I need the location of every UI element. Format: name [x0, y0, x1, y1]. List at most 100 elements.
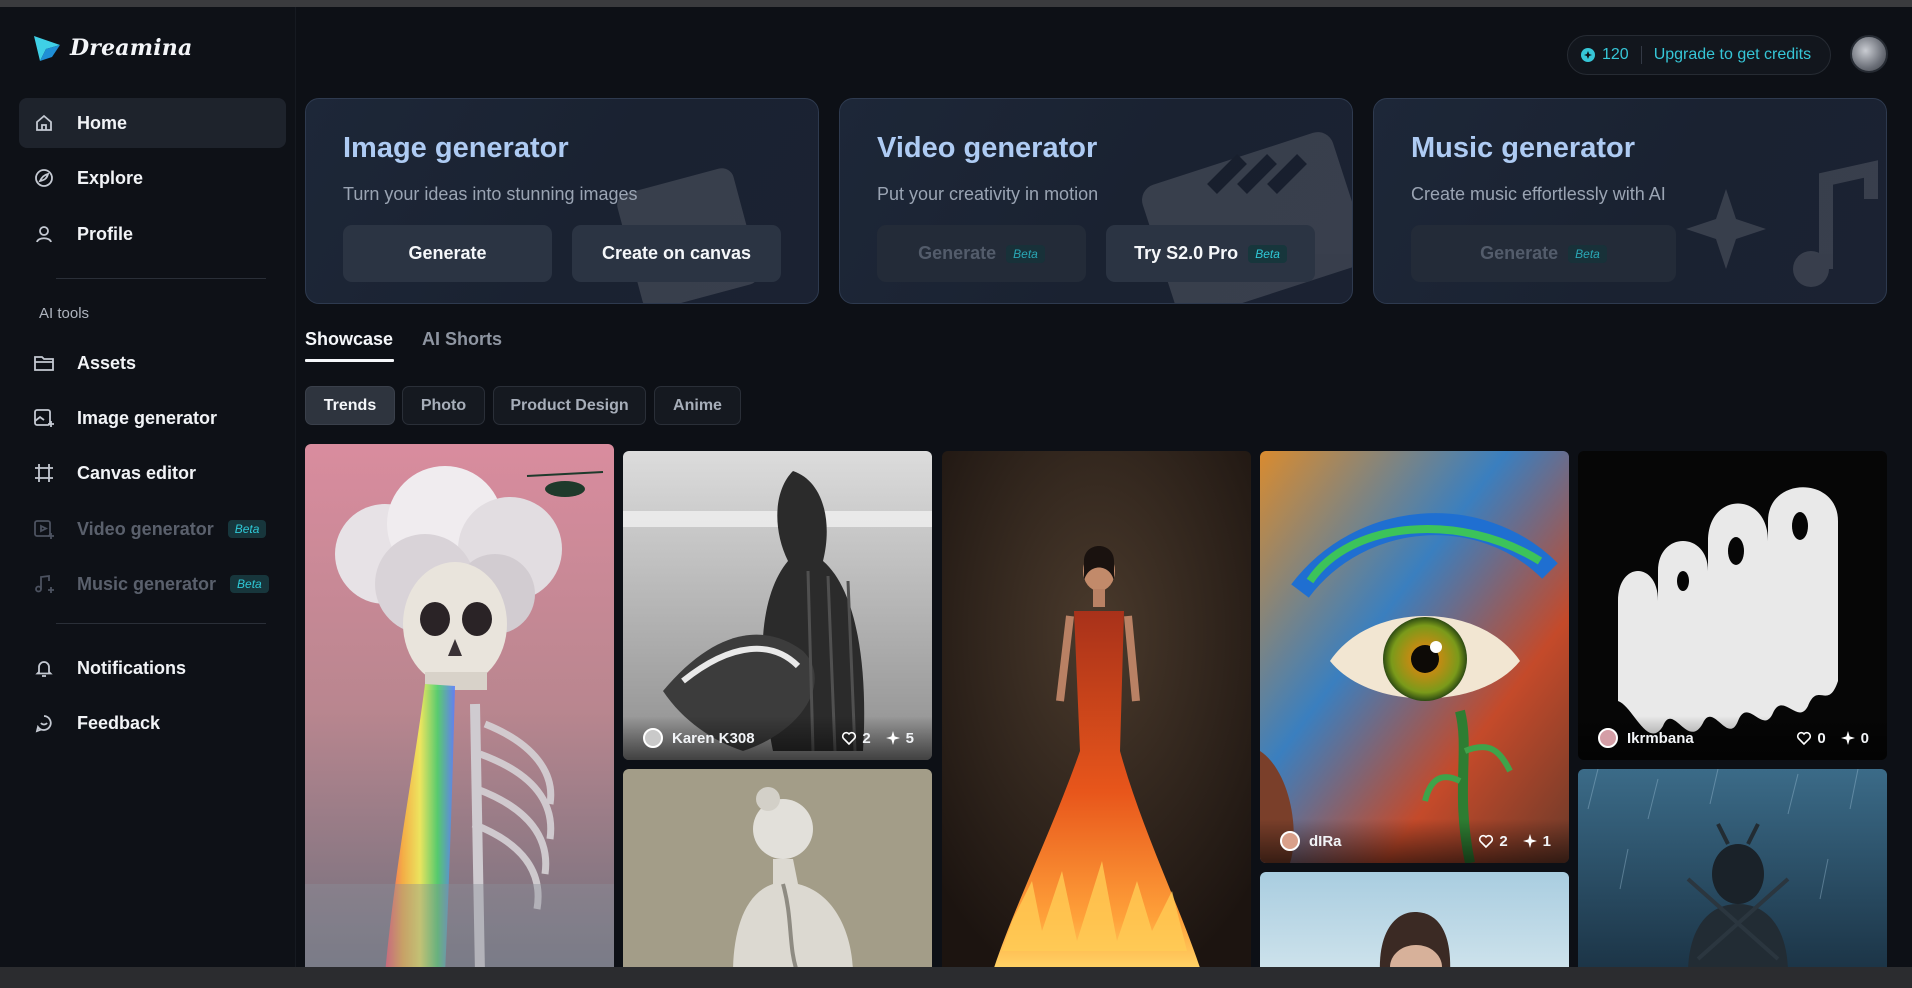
- remix-count: 5: [905, 729, 914, 747]
- button-label: Generate: [408, 243, 487, 263]
- button-label: Generate: [918, 243, 997, 263]
- likes-stat[interactable]: 2: [1478, 832, 1508, 850]
- home-icon: [33, 112, 55, 134]
- create-on-canvas-button[interactable]: Create on canvas: [572, 225, 781, 282]
- sidebar-item-feedback[interactable]: Feedback: [19, 698, 286, 748]
- filter-anime[interactable]: Anime: [654, 386, 741, 425]
- button-label: Generate: [1480, 243, 1559, 263]
- author-name[interactable]: dIRa: [1309, 833, 1464, 850]
- gallery-card-mannequin[interactable]: [623, 769, 932, 967]
- gallery-card-samurai[interactable]: [1578, 769, 1887, 967]
- try-s2-pro-button[interactable]: Try S2.0 Pro Beta: [1106, 225, 1315, 282]
- card-meta: dIRa 2 1: [1260, 819, 1569, 863]
- author-avatar: [1598, 728, 1618, 748]
- sidebar-item-label: Explore: [77, 167, 144, 188]
- portrait-artwork: [1260, 872, 1569, 967]
- section-label-ai-tools: AI tools: [39, 305, 90, 322]
- upgrade-link[interactable]: Upgrade to get credits: [1654, 46, 1811, 64]
- filter-product-design[interactable]: Product Design: [493, 386, 646, 425]
- sidebar-item-label: Assets: [77, 352, 137, 373]
- card-subtitle: Put your creativity in motion: [877, 184, 1099, 204]
- credits-pill[interactable]: 120 Upgrade to get credits: [1567, 35, 1831, 75]
- heart-icon: [1797, 731, 1812, 746]
- image-generate-button[interactable]: Generate: [343, 225, 552, 282]
- sidebar-item-label: Feedback: [77, 712, 161, 733]
- window-bottom-bar: [0, 967, 1912, 988]
- image-generator-card: Image generator Turn your ideas into stu…: [305, 98, 819, 304]
- beta-badge: Beta: [1248, 244, 1287, 263]
- eye-artwork: [1260, 451, 1569, 863]
- author-name[interactable]: Ikrmbana: [1627, 730, 1782, 747]
- heart-icon: [1479, 834, 1494, 849]
- button-label: Create on canvas: [601, 243, 752, 263]
- remix-stat[interactable]: 0: [1840, 730, 1869, 747]
- video-icon: [33, 518, 55, 540]
- feedback-icon: [33, 712, 55, 734]
- likes-count: 2: [862, 729, 871, 747]
- gallery-card-fabric[interactable]: Karen K308 2 5: [623, 451, 932, 760]
- beta-badge: Beta: [230, 575, 269, 593]
- sidebar-item-profile[interactable]: Profile: [19, 209, 286, 259]
- dreamina-logo-icon: [34, 36, 60, 61]
- sidebar-item-label: Image generator: [77, 407, 218, 428]
- logo[interactable]: Dreamina: [32, 33, 192, 63]
- sparkle-icon: [1522, 834, 1537, 848]
- likes-stat[interactable]: 2: [841, 729, 871, 747]
- sidebar-item-canvas-editor[interactable]: Canvas editor: [19, 448, 286, 498]
- card-title: Music generator: [1411, 132, 1635, 164]
- tab-showcase[interactable]: Showcase: [305, 329, 393, 350]
- filter-trends[interactable]: Trends: [305, 386, 395, 425]
- beta-badge: Beta: [227, 520, 267, 538]
- beta-badge: Beta: [1006, 244, 1045, 263]
- card-subtitle: Create music effortlessly with AI: [1411, 184, 1666, 204]
- gallery-card-fire-dress[interactable]: [942, 451, 1251, 967]
- video-generate-button[interactable]: Generate Beta: [877, 225, 1086, 282]
- beta-badge: Beta: [1568, 244, 1607, 263]
- remix-count: 1: [1542, 832, 1551, 850]
- sidebar-item-notifications[interactable]: Notifications: [19, 643, 286, 693]
- gallery-card-ghosts[interactable]: Ikrmbana 0 0: [1578, 451, 1887, 760]
- user-avatar[interactable]: [1850, 35, 1888, 73]
- remix-stat[interactable]: 5: [885, 730, 914, 747]
- remix-stat[interactable]: 1: [1522, 833, 1551, 850]
- card-subtitle: Turn your ideas into stunning images: [343, 184, 638, 204]
- skeleton-artwork: [305, 444, 614, 967]
- card-meta: Ikrmbana 0 0: [1578, 716, 1887, 760]
- likes-count: 2: [1499, 832, 1508, 850]
- sidebar-item-image-generator[interactable]: Image generator: [19, 393, 286, 443]
- likes-stat[interactable]: 0: [1796, 729, 1826, 747]
- sidebar-item-label: Canvas editor: [77, 462, 197, 483]
- sidebar-item-label: Video generator: [77, 518, 214, 539]
- sidebar-item-label: Music generator: [77, 573, 217, 594]
- button-label: Try S2.0 Pro: [1134, 243, 1239, 263]
- sidebar-item-video-generator[interactable]: Video generator Beta: [19, 504, 286, 554]
- logo-text: Dreamina: [70, 35, 193, 61]
- card-title: Image generator: [343, 132, 569, 164]
- credits-count: 120: [1602, 46, 1629, 63]
- gallery-card-portrait[interactable]: [1260, 872, 1569, 967]
- heart-icon: [842, 731, 857, 746]
- sidebar-item-music-generator[interactable]: Music generator Beta: [19, 559, 286, 609]
- card-title: Video generator: [877, 132, 1098, 164]
- samurai-artwork: [1578, 769, 1887, 967]
- sparkle-icon: [885, 731, 900, 745]
- likes-count: 0: [1817, 729, 1826, 747]
- app-window: Dreamina Home Explore Profile AI tools A…: [0, 7, 1912, 967]
- bell-icon: [33, 657, 55, 679]
- author-avatar: [643, 728, 663, 748]
- author-name[interactable]: Karen K308: [672, 730, 827, 747]
- gallery-card-skeleton[interactable]: [305, 444, 614, 967]
- sidebar-item-explore[interactable]: Explore: [19, 153, 286, 203]
- credit-coin-icon: [1581, 48, 1595, 62]
- sidebar-item-label: Home: [77, 112, 128, 133]
- music-deco-icon: [1686, 160, 1878, 287]
- sidebar-divider: [56, 623, 266, 624]
- gallery-card-eye[interactable]: dIRa 2 1: [1260, 451, 1569, 863]
- music-generate-button[interactable]: Generate Beta: [1411, 225, 1676, 282]
- sidebar-item-home[interactable]: Home: [19, 98, 286, 148]
- sidebar-item-assets[interactable]: Assets: [19, 338, 286, 388]
- sparkle-icon: [1840, 731, 1855, 745]
- folder-icon: [33, 352, 55, 374]
- tab-ai-shorts[interactable]: AI Shorts: [422, 329, 502, 350]
- filter-photo[interactable]: Photo: [402, 386, 485, 425]
